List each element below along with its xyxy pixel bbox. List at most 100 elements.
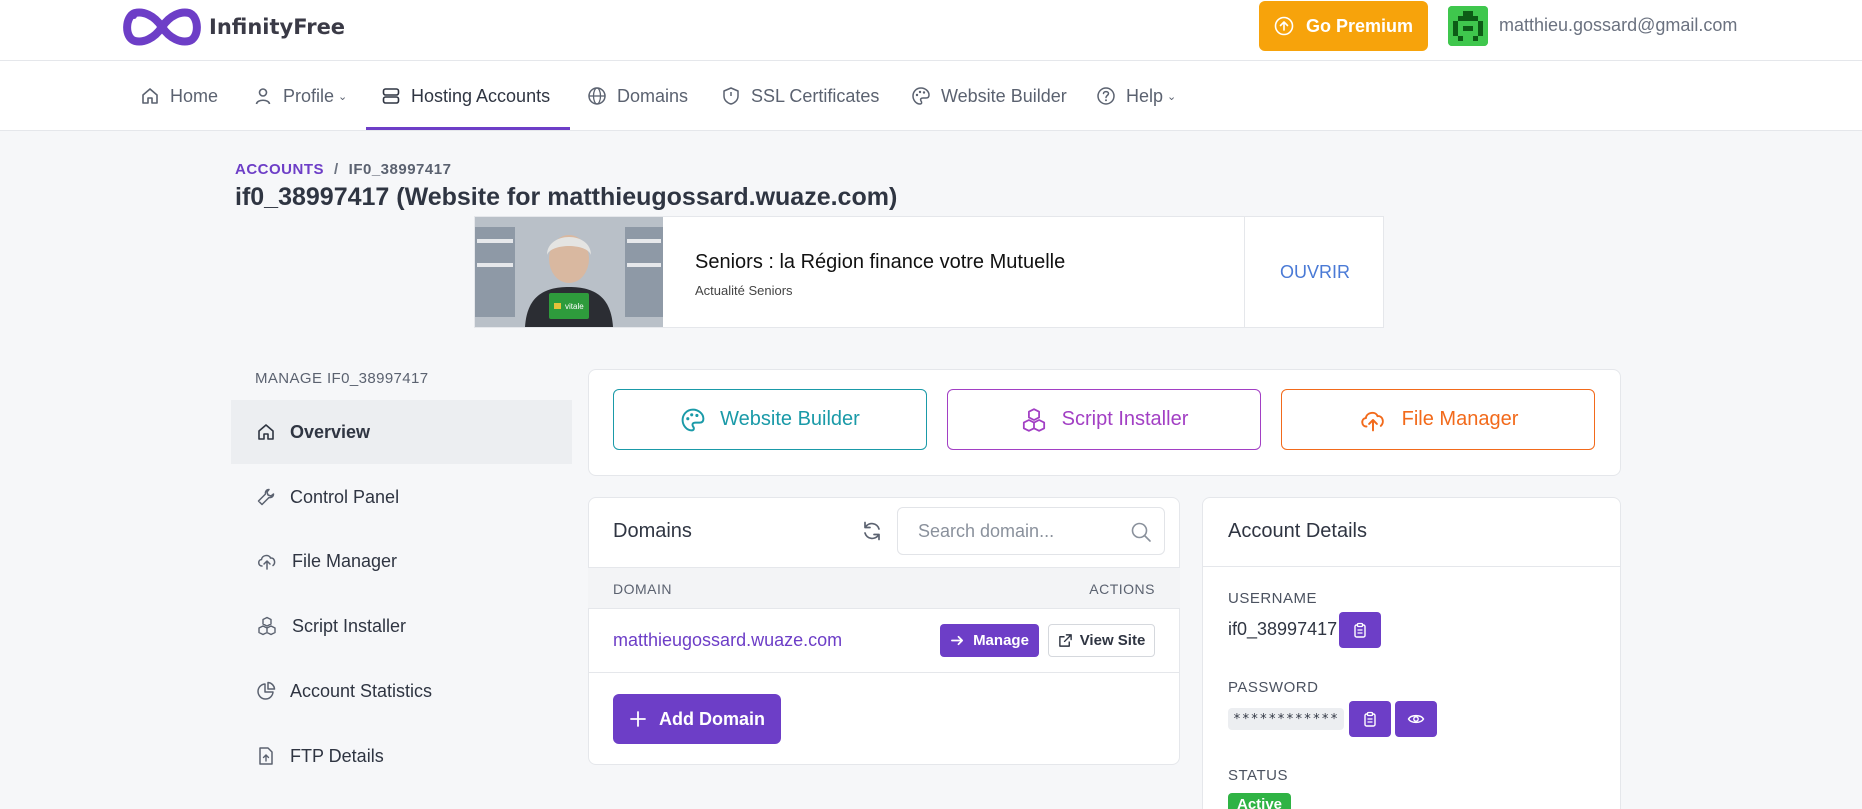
eye-icon <box>1407 714 1425 724</box>
nav-domains[interactable]: Domains <box>587 61 688 131</box>
nav-hosting-accounts-label: Hosting Accounts <box>411 85 551 106</box>
file-manager-button[interactable]: File Manager <box>1281 389 1595 450</box>
clipboard-icon <box>1364 711 1376 727</box>
manage-button[interactable]: Manage <box>940 624 1039 657</box>
user-avatar[interactable] <box>1448 6 1488 46</box>
sidebar-heading: MANAGE IF0_38997417 <box>255 370 429 387</box>
pie-chart-icon <box>257 681 276 700</box>
sidebar-item-account-statistics[interactable]: Account Statistics <box>231 659 572 723</box>
sidebar-item-label: Script Installer <box>292 615 407 636</box>
sidebar-item-label: File Manager <box>292 550 398 571</box>
script-installer-label: Script Installer <box>1061 408 1189 430</box>
ad-headline[interactable]: Seniors : la Région finance votre Mutuel… <box>695 251 1065 274</box>
ad-image[interactable]: vitale <box>475 217 663 327</box>
arrow-up-circle-icon <box>1274 16 1294 36</box>
nav-website-builder[interactable]: Website Builder <box>911 61 1067 131</box>
breadcrumb-separator: / <box>334 161 339 178</box>
show-password-button[interactable] <box>1395 701 1437 737</box>
status-label: STATUS <box>1228 767 1288 784</box>
refresh-icon <box>864 521 880 541</box>
sidebar-item-label: FTP Details <box>290 745 384 766</box>
external-link-icon <box>1058 634 1072 647</box>
column-domain: DOMAIN <box>613 581 672 597</box>
column-actions: ACTIONS <box>1089 581 1155 597</box>
user-email[interactable]: matthieu.gossard@gmail.com <box>1499 15 1737 36</box>
wrench-icon <box>257 488 275 506</box>
top-header: InfinityFree Go Premium matthieu.gossard… <box>0 0 1862 61</box>
domain-link[interactable]: matthieugossard.wuaze.com <box>613 630 842 651</box>
table-row: matthieugossard.wuaze.com Manage View Si… <box>588 609 1180 673</box>
brand-logo[interactable]: InfinityFree <box>121 5 345 49</box>
brand-name: InfinityFree <box>209 15 346 39</box>
sidebar-item-label: Control Panel <box>290 486 400 507</box>
server-icon <box>382 88 400 104</box>
view-site-button[interactable]: View Site <box>1048 624 1155 657</box>
ad-banner[interactable]: vitale Seniors : la Région finance votre… <box>474 216 1384 328</box>
username-value: if0_38997417 <box>1228 619 1338 639</box>
nav-domains-label: Domains <box>617 85 689 106</box>
arrow-right-icon <box>951 635 964 646</box>
breadcrumb: ACCOUNTS / IF0_38997417 <box>235 161 451 178</box>
plus-icon <box>630 711 646 727</box>
refresh-button[interactable] <box>860 519 884 548</box>
active-tab-indicator <box>366 127 570 130</box>
copy-password-button[interactable] <box>1349 701 1391 737</box>
breadcrumb-accounts-link[interactable]: ACCOUNTS <box>235 161 324 178</box>
nav-home-label: Home <box>170 85 219 106</box>
cloud-upload-icon <box>1360 411 1384 431</box>
ad-open-button[interactable]: OUVRIR <box>1245 217 1385 327</box>
search-icon <box>1131 522 1151 542</box>
home-icon <box>142 88 158 104</box>
chevron-down-icon: ⌄ <box>1167 90 1177 103</box>
nav-help-label: Help <box>1126 85 1164 106</box>
go-premium-button[interactable]: Go Premium <box>1259 1 1428 51</box>
domains-table-header: DOMAIN ACTIONS <box>588 567 1180 609</box>
nav-ssl-label: SSL Certificates <box>751 85 880 106</box>
sidebar-item-overview[interactable]: Overview <box>231 400 572 464</box>
sidebar-item-control-panel[interactable]: Control Panel <box>231 465 572 529</box>
pixel-avatar-icon <box>1448 6 1488 46</box>
cloud-upload-icon <box>258 554 276 570</box>
nav-ssl-certificates[interactable]: SSL Certificates <box>721 61 879 131</box>
add-domain-button[interactable]: Add Domain <box>613 694 781 744</box>
sidebar-item-label: Account Statistics <box>290 680 433 701</box>
clipboard-icon <box>1354 622 1366 638</box>
ad-source: Actualité Seniors <box>695 283 793 298</box>
cubes-icon <box>1022 407 1045 432</box>
palette-icon <box>912 87 930 105</box>
status-badge: Active <box>1228 793 1292 809</box>
sidebar-item-ftp-details[interactable]: FTP Details <box>231 724 572 788</box>
view-site-label: View Site <box>1079 632 1146 649</box>
breadcrumb-current: IF0_38997417 <box>348 161 452 178</box>
nav-help[interactable]: Help ⌄ <box>1096 61 1176 131</box>
nav-profile-label: Profile <box>283 85 335 106</box>
website-builder-label: Website Builder <box>720 408 860 430</box>
globe-icon <box>588 87 606 105</box>
shield-icon <box>723 87 739 105</box>
username-label: USERNAME <box>1228 590 1318 607</box>
infinity-logo-icon <box>123 8 201 46</box>
palette-icon <box>681 408 705 431</box>
search-input[interactable] <box>918 520 1118 542</box>
domain-search[interactable] <box>897 507 1165 555</box>
sidebar-item-script-installer[interactable]: Script Installer <box>231 594 572 658</box>
script-installer-button[interactable]: Script Installer <box>947 389 1261 450</box>
go-premium-label: Go Premium <box>1305 15 1414 36</box>
cubes-icon <box>258 616 276 636</box>
page-title: if0_38997417 (Website for matthieugossar… <box>235 183 898 211</box>
add-domain-label: Add Domain <box>659 708 765 729</box>
main-nav: Home Profile ⌄ Hosting Accounts Domains … <box>0 61 1862 131</box>
nav-home[interactable]: Home <box>140 61 218 131</box>
user-icon <box>255 88 271 105</box>
password-value: ************ <box>1228 708 1344 730</box>
sidebar-item-file-manager[interactable]: File Manager <box>231 529 572 593</box>
password-label: PASSWORD <box>1228 679 1319 696</box>
nav-profile[interactable]: Profile ⌄ <box>253 61 347 131</box>
nav-hosting-accounts[interactable]: Hosting Accounts <box>381 61 550 131</box>
file-upload-icon <box>259 747 273 765</box>
account-details-card <box>1202 497 1621 809</box>
website-builder-button[interactable]: Website Builder <box>613 389 927 450</box>
ad-photo-illustration: vitale <box>475 217 663 327</box>
copy-username-button[interactable] <box>1339 612 1381 648</box>
ad-card-text: vitale <box>565 302 584 311</box>
